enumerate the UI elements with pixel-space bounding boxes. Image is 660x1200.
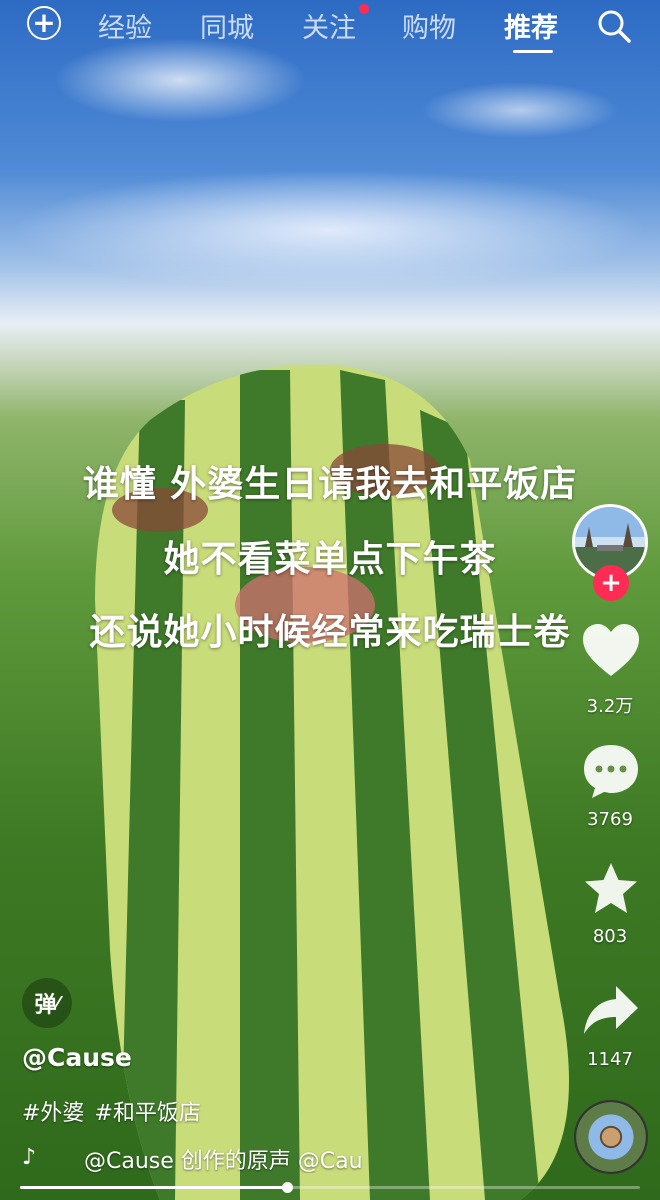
plus-circle-icon[interactable]: + [27, 6, 61, 40]
favorite-count: 803 [592, 926, 628, 947]
author-name[interactable]: @Cause [22, 1043, 132, 1072]
video-progress-knob[interactable] [281, 1182, 293, 1193]
top-navigation: + 经验 同城 关注 购物 推荐 [0, 0, 660, 56]
tab-recommend[interactable]: 推荐 [504, 6, 558, 45]
music-disc-icon[interactable] [574, 1100, 648, 1174]
danmu-slash-icon: ⁄ [56, 992, 60, 1014]
danmu-label: 弹 [34, 993, 57, 1018]
video-caption-line-2: 她不看菜单点下午茶 [163, 539, 497, 580]
share-count: 1147 [587, 1049, 633, 1070]
music-note-icon: ♪ [22, 1145, 37, 1170]
star-icon[interactable] [580, 860, 642, 918]
tab-experience[interactable]: 经验 [98, 6, 152, 45]
heart-icon[interactable] [580, 622, 642, 680]
music-info[interactable]: ♪ @Cause 创作的原声 @Cau [22, 1143, 422, 1173]
comment-icon[interactable] [580, 742, 642, 800]
video-progress-fill [20, 1186, 287, 1189]
follow-button[interactable]: + [593, 565, 629, 601]
share-icon[interactable] [580, 982, 642, 1040]
active-tab-indicator [513, 50, 553, 53]
music-title: @Cause 创作的原声 @Cau [84, 1149, 363, 1173]
tab-shopping[interactable]: 购物 [402, 6, 456, 45]
hashtag-link[interactable]: #外婆 [22, 1101, 84, 1126]
video-progress-bar[interactable] [20, 1182, 640, 1193]
notification-dot [359, 4, 369, 14]
comment-count: 3769 [587, 809, 633, 830]
tab-following[interactable]: 关注 [302, 6, 356, 45]
tab-local[interactable]: 同城 [200, 6, 254, 45]
danmu-toggle-button[interactable]: 弹 ⁄ [22, 978, 72, 1028]
video-caption-line-3: 还说她小时候经常来吃瑞士卷 [89, 612, 571, 653]
hashtags: #外婆 #和平饭店 [22, 1095, 211, 1127]
video-caption-line-1: 谁懂 外婆生日请我去和平饭店 [82, 464, 578, 505]
like-count: 3.2万 [586, 696, 634, 717]
video-melon-figure [95, 364, 569, 1200]
hashtag-link[interactable]: #和平饭店 [94, 1101, 200, 1126]
search-icon[interactable] [596, 8, 632, 44]
